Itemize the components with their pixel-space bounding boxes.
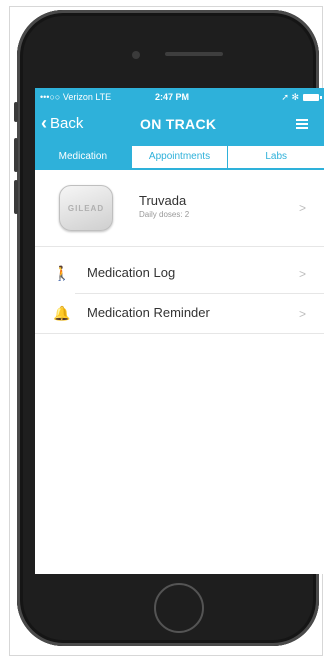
home-button[interactable] bbox=[154, 583, 204, 633]
navigation-bar: ‹ Back ON TRACK bbox=[35, 106, 324, 144]
battery-icon bbox=[303, 93, 322, 101]
chevron-right-icon: > bbox=[298, 307, 306, 321]
location-bluetooth-icons: ➚ ✻ bbox=[281, 92, 299, 102]
status-indicators: ➚ ✻ bbox=[281, 88, 322, 106]
pill-imprint: GILEAD bbox=[67, 203, 105, 213]
person-icon: 🚶 bbox=[53, 265, 71, 281]
earpiece-speaker bbox=[165, 52, 223, 56]
front-camera bbox=[132, 51, 140, 59]
medication-name: Truvada bbox=[139, 193, 187, 208]
medication-row-truvada[interactable]: GILEAD Truvada Daily doses: 2 > bbox=[35, 181, 324, 247]
tab-appointments[interactable]: Appointments bbox=[130, 146, 228, 168]
chevron-right-icon: > bbox=[298, 201, 306, 215]
chevron-right-icon: > bbox=[298, 267, 306, 281]
tab-bar: Medication Appointments Labs bbox=[35, 144, 324, 170]
list-divider bbox=[75, 293, 324, 294]
tab-labs[interactable]: Labs bbox=[227, 146, 324, 168]
status-time: 2:47 PM bbox=[155, 92, 190, 102]
medication-reminder-label: Medication Reminder bbox=[87, 305, 210, 320]
mute-switch bbox=[14, 102, 18, 122]
back-label: Back bbox=[50, 114, 84, 132]
bell-icon: 🔔 bbox=[53, 305, 71, 321]
medication-reminder-item[interactable]: 🔔 Medication Reminder > bbox=[35, 298, 324, 328]
medication-log-label: Medication Log bbox=[87, 265, 176, 280]
app-screen: •••○○ Verizon LTE 2:47 PM ➚ ✻ ‹ Back ON … bbox=[35, 88, 324, 574]
chevron-left-icon: ‹ bbox=[41, 113, 47, 133]
list-divider bbox=[35, 333, 324, 334]
medication-log-item[interactable]: 🚶 Medication Log > bbox=[35, 258, 324, 288]
medication-doses: Daily doses: 2 bbox=[139, 210, 190, 219]
tab-medication[interactable]: Medication bbox=[35, 146, 131, 168]
menu-icon[interactable] bbox=[296, 119, 308, 131]
back-button[interactable]: ‹ Back bbox=[41, 114, 83, 132]
status-bar: •••○○ Verizon LTE 2:47 PM ➚ ✻ bbox=[35, 88, 324, 106]
volume-down-button bbox=[14, 180, 18, 214]
page-title: ON TRACK bbox=[140, 116, 217, 132]
volume-up-button bbox=[14, 138, 18, 172]
carrier-label: •••○○ Verizon LTE bbox=[40, 92, 112, 102]
pill-image: GILEAD bbox=[59, 185, 113, 231]
